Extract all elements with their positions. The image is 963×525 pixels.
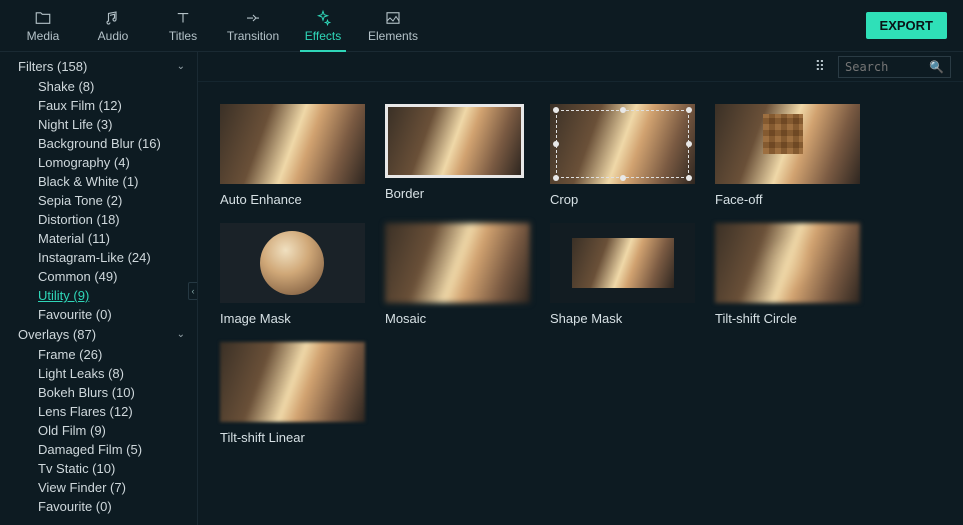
sidebar: Filters (158) ⌄ Shake (8) Faux Film (12)… (0, 52, 198, 525)
effect-thumb (715, 223, 860, 303)
effect-border[interactable]: Border (385, 104, 530, 207)
tab-audio[interactable]: Audio (78, 0, 148, 52)
sidebar-item-overlays-favourite[interactable]: Favourite (0) (0, 497, 197, 516)
tab-transition[interactable]: Transition (218, 0, 288, 52)
tab-elements-label: Elements (368, 29, 418, 43)
tab-titles[interactable]: Titles (148, 0, 218, 52)
search-box[interactable]: 🔍 (838, 56, 951, 78)
sidebar-item-blackwhite[interactable]: Black & White (1) (0, 172, 197, 191)
effect-tilt-linear[interactable]: Tilt-shift Linear (220, 342, 365, 445)
effect-crop[interactable]: Crop (550, 104, 695, 207)
tab-media-label: Media (27, 29, 60, 43)
effect-name: Tilt-shift Linear (220, 430, 365, 445)
effect-name: Mosaic (385, 311, 530, 326)
sidebar-item-nightlife[interactable]: Night Life (3) (0, 115, 197, 134)
effect-name: Tilt-shift Circle (715, 311, 860, 326)
effect-thumb (550, 104, 695, 184)
sidebar-item-filters-favourite[interactable]: Favourite (0) (0, 305, 197, 324)
sidebar-cat-overlays[interactable]: Overlays (87) ⌄ (0, 324, 197, 345)
folder-icon (34, 9, 52, 27)
sidebar-item-sepia[interactable]: Sepia Tone (2) (0, 191, 197, 210)
sidebar-item-damagedfilm[interactable]: Damaged Film (5) (0, 440, 197, 459)
effect-shape-mask[interactable]: Shape Mask (550, 223, 695, 326)
effect-thumb (385, 104, 524, 178)
sparkle-icon (314, 9, 332, 27)
sidebar-item-tvstatic[interactable]: Tv Static (10) (0, 459, 197, 478)
sidebar-item-utility[interactable]: Utility (9) (0, 286, 197, 305)
effects-toolbar: ⠿ 🔍 (198, 52, 963, 82)
sidebar-collapse-button[interactable]: ‹ (188, 282, 198, 300)
sidebar-item-bokehblurs[interactable]: Bokeh Blurs (10) (0, 383, 197, 402)
sidebar-item-lomography[interactable]: Lomography (4) (0, 153, 197, 172)
tab-titles-label: Titles (169, 29, 197, 43)
effect-name: Shape Mask (550, 311, 695, 326)
sidebar-item-distortion[interactable]: Distortion (18) (0, 210, 197, 229)
effect-name: Crop (550, 192, 695, 207)
sidebar-item-fauxfilm[interactable]: Faux Film (12) (0, 96, 197, 115)
sidebar-item-lensflares[interactable]: Lens Flares (12) (0, 402, 197, 421)
sidebar-item-shake[interactable]: Shake (8) (0, 77, 197, 96)
transition-icon (244, 9, 262, 27)
sidebar-item-backgroundblur[interactable]: Background Blur (16) (0, 134, 197, 153)
sidebar-item-lightleaks[interactable]: Light Leaks (8) (0, 364, 197, 383)
tab-effects-label: Effects (305, 29, 341, 43)
effect-name: Auto Enhance (220, 192, 365, 207)
effect-tilt-circle[interactable]: Tilt-shift Circle (715, 223, 860, 326)
effect-thumb (385, 223, 530, 303)
effect-name: Face-off (715, 192, 860, 207)
tab-audio-label: Audio (98, 29, 129, 43)
search-input[interactable] (845, 60, 927, 74)
sidebar-item-material[interactable]: Material (11) (0, 229, 197, 248)
sidebar-cat-overlays-label: Overlays (87) (18, 327, 96, 342)
effect-image-mask[interactable]: Image Mask (220, 223, 365, 326)
tab-effects[interactable]: Effects (288, 0, 358, 52)
chevron-down-icon: ⌄ (177, 329, 185, 340)
sidebar-item-common[interactable]: Common (49) (0, 267, 197, 286)
effect-thumb (220, 104, 365, 184)
sidebar-item-oldfilm[interactable]: Old Film (9) (0, 421, 197, 440)
effect-thumb (220, 342, 365, 422)
top-tabbar: Media Audio Titles Transition Effects El… (0, 0, 963, 52)
image-icon (384, 9, 402, 27)
effect-auto-enhance[interactable]: Auto Enhance (220, 104, 365, 207)
export-button[interactable]: EXPORT (866, 12, 947, 39)
main-panel: ⠿ 🔍 Auto Enhance Border Crop (198, 52, 963, 525)
sidebar-item-viewfinder[interactable]: View Finder (7) (0, 478, 197, 497)
sidebar-cat-filters-label: Filters (158) (18, 59, 87, 74)
effect-thumb (220, 223, 365, 303)
effect-mosaic[interactable]: Mosaic (385, 223, 530, 326)
music-note-icon (104, 9, 122, 27)
sidebar-cat-filters[interactable]: Filters (158) ⌄ (0, 56, 197, 77)
effect-thumb (550, 223, 695, 303)
chevron-down-icon: ⌄ (177, 61, 185, 72)
effect-thumb (715, 104, 860, 184)
tab-transition-label: Transition (227, 29, 279, 43)
search-icon: 🔍 (929, 60, 944, 74)
text-icon (174, 9, 192, 27)
effects-grid: Auto Enhance Border Crop Face-off (198, 82, 963, 467)
effect-faceoff[interactable]: Face-off (715, 104, 860, 207)
sidebar-item-instagram[interactable]: Instagram-Like (24) (0, 248, 197, 267)
grid-view-icon[interactable]: ⠿ (815, 58, 826, 75)
sidebar-item-frame[interactable]: Frame (26) (0, 345, 197, 364)
tab-elements[interactable]: Elements (358, 0, 428, 52)
tab-media[interactable]: Media (8, 0, 78, 52)
effect-name: Image Mask (220, 311, 365, 326)
effect-name: Border (385, 186, 530, 201)
